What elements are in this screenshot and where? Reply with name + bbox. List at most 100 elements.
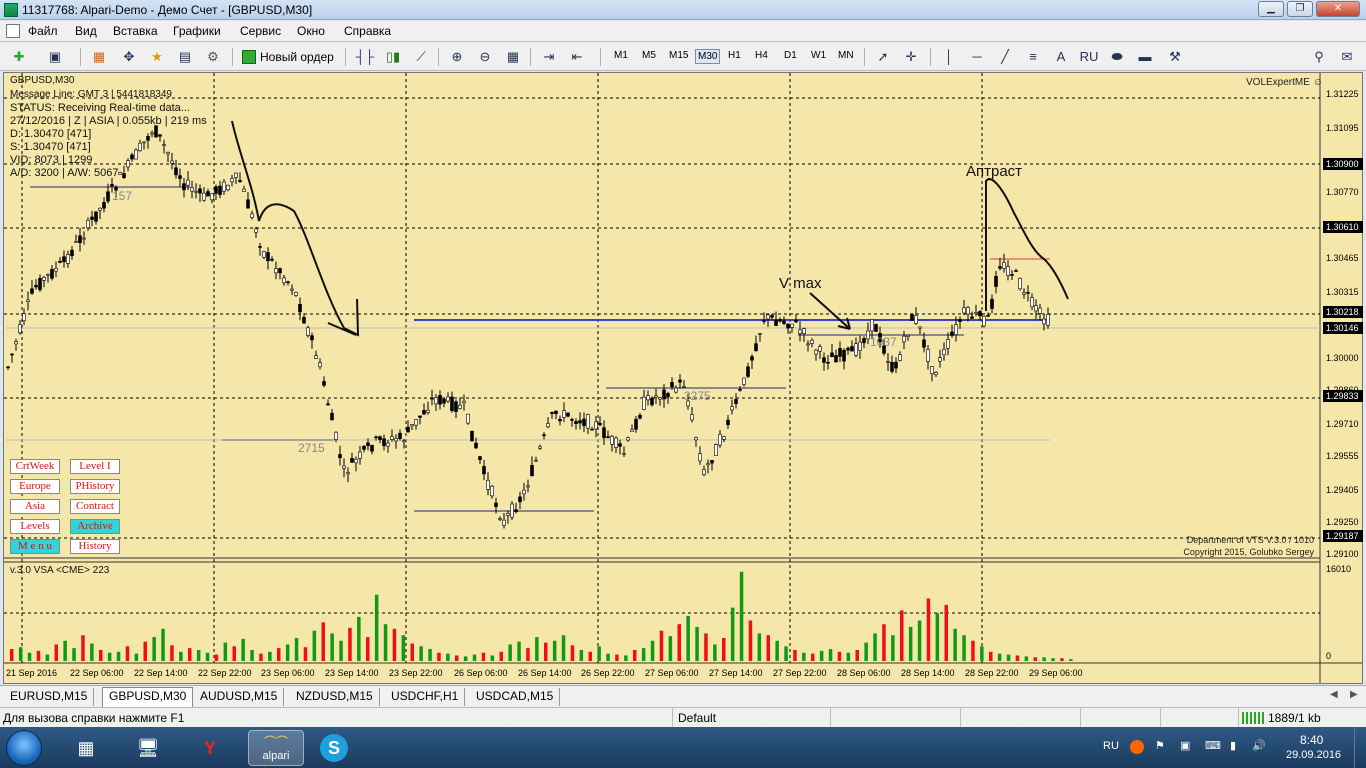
yandex-browser-icon[interactable]: Y xyxy=(184,730,236,766)
tray-network-icon[interactable]: ▣ xyxy=(1180,739,1190,752)
crosshair-icon[interactable]: ✛ xyxy=(900,47,922,67)
levels-button[interactable]: Levels xyxy=(10,519,60,534)
strategy-tester-icon[interactable]: ⚙ xyxy=(202,47,224,67)
price-highlight: 1.30218 xyxy=(1323,306,1363,318)
skype-icon[interactable]: S xyxy=(308,730,360,766)
cursor-icon[interactable]: ➚ xyxy=(872,47,894,67)
clock-date[interactable]: 29.09.2016 xyxy=(1286,749,1341,761)
tab-usdchf[interactable]: USDCHF,H1 xyxy=(385,688,466,706)
tf-h4[interactable]: H4 xyxy=(753,49,770,62)
channel-icon[interactable]: ≡ xyxy=(1022,47,1044,67)
crtweek-button[interactable]: CrtWeek xyxy=(10,459,60,474)
tf-m15[interactable]: M15 xyxy=(667,49,690,62)
menu-window[interactable]: Окно xyxy=(297,24,325,38)
profiles-icon[interactable]: ▣ xyxy=(44,47,66,67)
auto-scroll-icon[interactable]: ⇥ xyxy=(538,47,560,67)
candle-body xyxy=(722,436,726,440)
bar-chart-icon[interactable]: ┤├ xyxy=(354,47,376,67)
calculator-icon[interactable]: ▦ xyxy=(60,730,112,766)
menu-view[interactable]: Вид xyxy=(75,24,97,38)
volume-bar xyxy=(846,652,851,661)
tabs-scroll-right-icon[interactable]: ▶ xyxy=(1350,689,1358,700)
language-button[interactable]: RU xyxy=(1078,47,1100,67)
candle-body xyxy=(350,457,354,463)
tf-m30[interactable]: M30 xyxy=(695,49,721,64)
menu-insert[interactable]: Вставка xyxy=(113,24,158,38)
asia-button[interactable]: Asia xyxy=(10,499,60,514)
minimize-button[interactable]: ▁ xyxy=(1258,1,1284,17)
show-desktop-button[interactable] xyxy=(1354,727,1366,768)
menu-charts[interactable]: Графики xyxy=(173,24,221,38)
candle-body xyxy=(290,288,294,291)
tabs-scroll-left-icon[interactable]: ◀ xyxy=(1330,689,1338,700)
candle-body xyxy=(446,396,450,402)
chart-canvas[interactable] xyxy=(4,73,1362,683)
shapes-dropdown-icon[interactable]: ⚒ xyxy=(1164,47,1186,67)
candle-body xyxy=(698,453,702,462)
rectangle-icon[interactable]: ▬ xyxy=(1134,47,1156,67)
menu-button[interactable]: M e n u xyxy=(10,539,60,554)
tray-app-icon[interactable] xyxy=(1130,740,1144,754)
tab-gbpusd[interactable]: GBPUSD,M30 xyxy=(102,687,194,707)
navigator-icon[interactable]: ✥ xyxy=(118,47,140,67)
price-tick: 1.31225 xyxy=(1326,89,1359,99)
tray-flag-icon[interactable]: ⚑ xyxy=(1155,739,1165,752)
tab-usdcad[interactable]: USDCAD,M15 xyxy=(470,688,561,706)
clock-time[interactable]: 8:40 xyxy=(1300,733,1323,747)
text-tool-icon[interactable]: A xyxy=(1050,47,1072,67)
chat-icon[interactable]: ✉ xyxy=(1336,47,1358,67)
menu-service[interactable]: Сервис xyxy=(240,24,281,38)
terminal-icon[interactable]: ▤ xyxy=(174,47,196,67)
chart-shift-icon[interactable]: ⇤ xyxy=(566,47,588,67)
language-indicator[interactable]: RU xyxy=(1103,740,1119,752)
tf-m1[interactable]: M1 xyxy=(612,49,630,62)
ellipse-icon[interactable]: ⬬ xyxy=(1106,47,1128,67)
tile-windows-icon[interactable]: ▦ xyxy=(502,47,524,67)
search-icon[interactable]: ⚲ xyxy=(1308,47,1330,67)
tab-eurusd[interactable]: EURUSD,M15 xyxy=(4,688,95,706)
tf-m5[interactable]: M5 xyxy=(640,49,658,62)
close-button[interactable]: ✕ xyxy=(1316,1,1360,17)
tf-d1[interactable]: D1 xyxy=(782,49,799,62)
market-watch-icon[interactable]: ▦ xyxy=(88,47,110,67)
horizontal-line-icon[interactable]: ─ xyxy=(966,47,988,67)
tab-nzdusd[interactable]: NZDUSD,M15 xyxy=(290,688,380,706)
candle-body xyxy=(514,509,518,513)
line-chart-icon[interactable]: ⟋ xyxy=(410,47,432,67)
candlestick-icon[interactable]: ▯▮ xyxy=(382,47,404,67)
volume-bar xyxy=(730,607,735,661)
menu-help[interactable]: Справка xyxy=(344,24,391,38)
vertical-line-icon[interactable]: │ xyxy=(938,47,960,67)
tray-signal-icon[interactable]: ▮ xyxy=(1230,739,1236,752)
archive-button[interactable]: Archive xyxy=(70,519,120,534)
chart-window[interactable]: GBPUSD,M30 Message Line: GMT 3 | 5441818… xyxy=(3,72,1363,684)
europe-button[interactable]: Europe xyxy=(10,479,60,494)
menu-doc-icon[interactable] xyxy=(6,24,20,38)
new-chart-icon[interactable]: ✚ xyxy=(8,47,30,67)
computer-icon[interactable]: 🖥 xyxy=(122,730,174,766)
tf-mn[interactable]: MN xyxy=(836,49,856,62)
menu-file[interactable]: Файл xyxy=(28,24,58,38)
tray-device-icon[interactable]: ⌨ xyxy=(1205,739,1221,752)
level-i-button[interactable]: Level I xyxy=(70,459,120,474)
candle-body xyxy=(362,445,366,450)
restore-button[interactable]: ❐ xyxy=(1287,1,1313,17)
candle-body xyxy=(138,142,142,152)
contract-button[interactable]: Contract xyxy=(70,499,120,514)
favorites-icon[interactable]: ★ xyxy=(146,47,168,67)
zoom-in-icon[interactable]: ⊕ xyxy=(446,47,468,67)
candle-body xyxy=(286,281,290,284)
phistory-button[interactable]: PHistory xyxy=(70,479,120,494)
trendline-icon[interactable]: ╱ xyxy=(994,47,1016,67)
alpari-terminal-task[interactable]: ⌒⌒ alpari xyxy=(248,730,304,766)
tf-w1[interactable]: W1 xyxy=(809,49,828,62)
copyright-line-1: Department of VTS V.3.0 / 1010 xyxy=(1186,535,1314,545)
new-order-button[interactable]: Новый ордер xyxy=(240,48,334,68)
tray-volume-icon[interactable]: 🔊 xyxy=(1252,739,1266,752)
start-button[interactable] xyxy=(6,730,42,766)
history-button[interactable]: History xyxy=(70,539,120,554)
tab-audusd[interactable]: AUDUSD,M15 xyxy=(194,688,285,706)
zoom-out-icon[interactable]: ⊖ xyxy=(474,47,496,67)
volume-bar xyxy=(401,635,406,661)
tf-h1[interactable]: H1 xyxy=(726,49,743,62)
